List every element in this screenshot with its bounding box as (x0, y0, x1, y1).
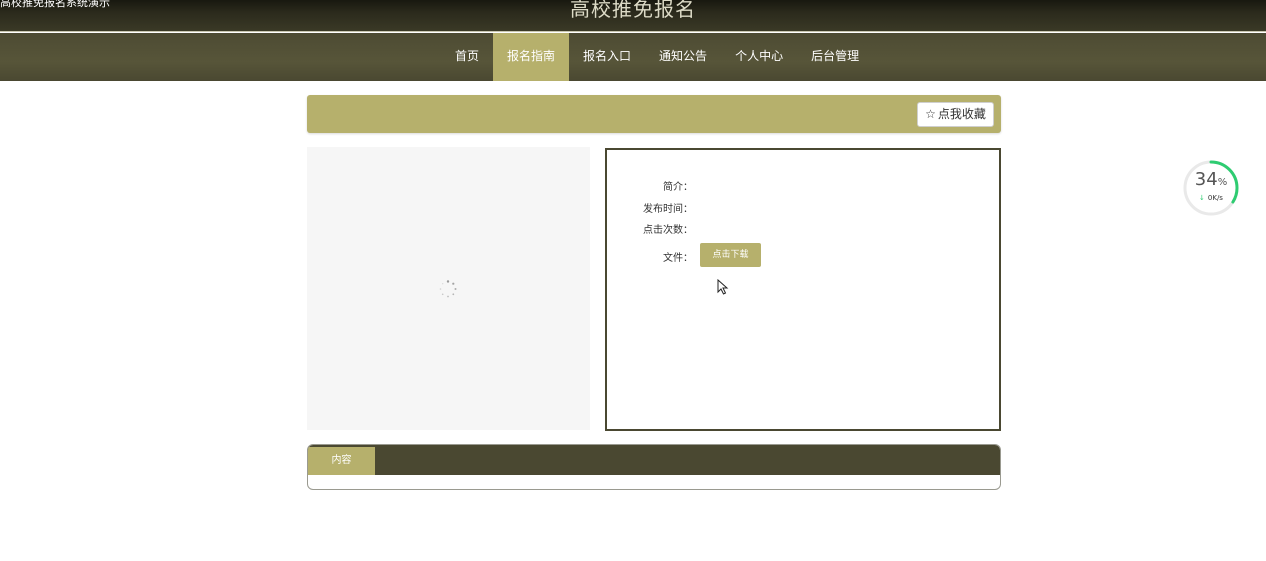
favorite-button-label: 点我收藏 (937, 107, 986, 121)
loading-spinner-icon (439, 280, 457, 298)
nav-item-home[interactable]: 首页 (441, 33, 493, 81)
nav-item-guide[interactable]: 报名指南 (493, 33, 570, 81)
click-count-label: 点击次数： (643, 225, 693, 236)
nav-item-personal-center[interactable]: 个人中心 (721, 33, 797, 81)
speed-percent: 34% (1182, 169, 1240, 190)
detail-title-bar: ☆ 点我收藏 (307, 95, 1001, 133)
content-section: 内容 (307, 444, 1001, 490)
nav-item-admin[interactable]: 后台管理 (797, 33, 873, 81)
favorite-button[interactable]: ☆ 点我收藏 (917, 102, 994, 127)
nav-item-notices[interactable]: 通知公告 (645, 33, 721, 81)
speed-percent-value: 34 (1194, 169, 1218, 190)
download-button[interactable]: 点击下载 (700, 243, 761, 267)
image-panel (307, 147, 590, 430)
main-nav: 首页 报名指南 报名入口 通知公告 个人中心 后台管理 (0, 33, 1266, 81)
mouse-cursor-icon (717, 279, 729, 295)
star-outline-icon: ☆ (925, 107, 936, 121)
down-arrow-icon: ↓ (1199, 194, 1205, 202)
speed-rate: ↓ 0K/s (1182, 194, 1240, 202)
content-tabbar: 内容 (308, 445, 1000, 475)
tab-content[interactable]: 内容 (308, 447, 375, 475)
network-speed-widget[interactable]: 34% ↓ 0K/s (1182, 159, 1240, 217)
info-panel: 简介： 发布时间： 点击次数： 文件： 点击下载 (605, 148, 1001, 431)
top-header: 高校推免报名系统演示 高校推免报名 (0, 0, 1266, 32)
file-label: 文件： (663, 253, 693, 264)
intro-label: 简介： (663, 182, 693, 193)
site-title: 高校推免报名 (570, 0, 696, 21)
publish-time-label: 发布时间： (643, 204, 693, 215)
nav-list: 首页 报名指南 报名入口 通知公告 个人中心 后台管理 (441, 33, 873, 81)
speed-percent-unit: % (1217, 177, 1228, 188)
nav-item-registration[interactable]: 报名入口 (569, 33, 645, 81)
speed-rate-value: 0K/s (1207, 194, 1223, 202)
